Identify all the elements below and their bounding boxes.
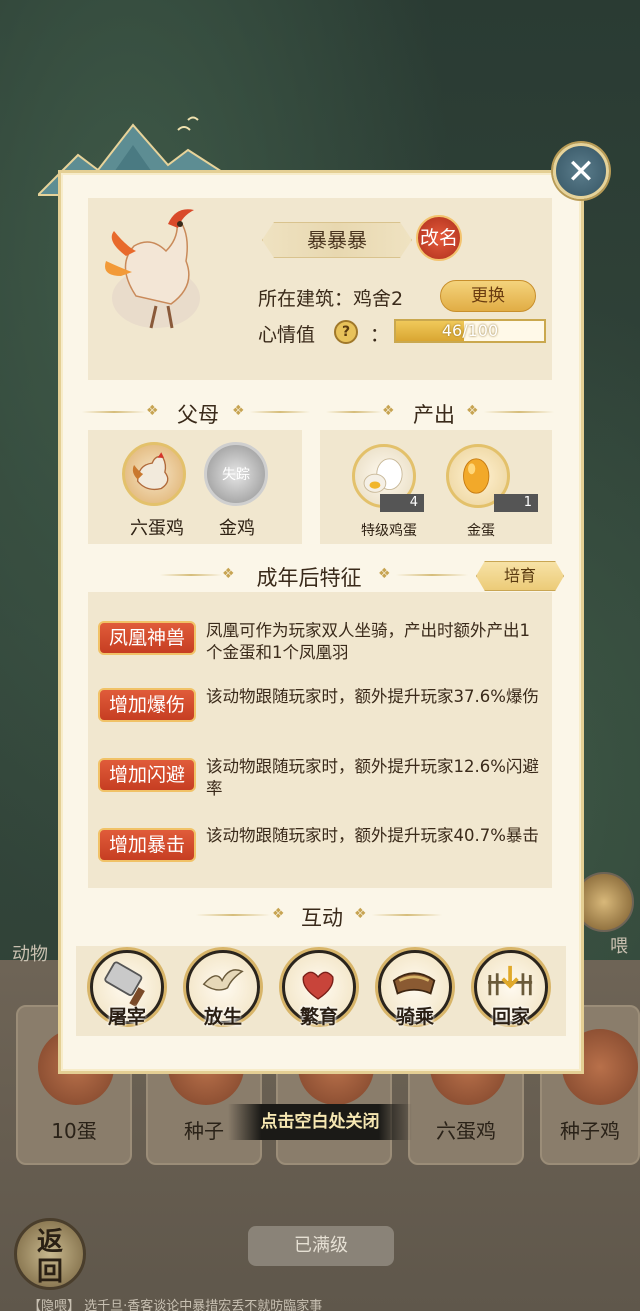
divider-knot-icon: ❖ <box>378 566 391 582</box>
tap-blank-to-close-hint[interactable]: 点击空白处关闭 <box>228 1104 412 1140</box>
parents-title: 父母 <box>177 403 219 427</box>
divider-line <box>326 411 382 413</box>
ride-button[interactable]: 骑乘 <box>376 950 454 1032</box>
divider-knot-icon: ❖ <box>382 403 395 419</box>
divider-line <box>484 411 554 413</box>
trait-badge: 凤凰神兽 <box>98 621 196 655</box>
breed-button[interactable]: 繁育 <box>280 950 358 1032</box>
trait-description: 凤凰可作为玩家双人坐骑，产出时额外产出1个金蛋和1个凤凰羽 <box>206 621 530 662</box>
parent-six-egg-chicken-icon[interactable] <box>122 442 186 506</box>
missing-tag: 失踪 <box>222 467 250 483</box>
traits-title: 成年后特征 <box>256 566 362 590</box>
mood-colon: ： <box>370 324 390 346</box>
divider-line <box>372 914 442 916</box>
return-button[interactable]: 返回 <box>14 1218 86 1290</box>
interact-title: 互动 <box>301 906 343 930</box>
divider-line <box>396 574 468 576</box>
mood-progress-text: 46/100 <box>441 321 499 340</box>
trait-description: 该动物跟随玩家时，额外提升玩家37.6%爆伤 <box>206 687 539 706</box>
phoenix-image <box>105 209 200 329</box>
parent-label: 金鸡 <box>219 518 255 539</box>
help-question-icon[interactable]: ? <box>334 320 358 344</box>
close-x-icon: ✕ <box>566 152 596 192</box>
divider-knot-icon: ❖ <box>272 906 285 922</box>
animal-name-plate: 暴暴暴 <box>262 222 412 258</box>
divider-line <box>160 574 222 576</box>
full-level-label: 已满级 <box>248 1226 394 1266</box>
parent-label: 六蛋鸡 <box>130 518 184 539</box>
divider-knot-icon: ❖ <box>146 403 159 419</box>
change-building-button[interactable]: 更换 <box>440 280 536 312</box>
background-feed-label: 喂 <box>610 936 628 957</box>
mood-label: 心情值 <box>258 324 316 346</box>
release-button[interactable]: 放生 <box>184 950 262 1032</box>
divider-knot-icon: ❖ <box>232 403 245 419</box>
news-ticker: 【隐喂】 选千旦·香客谈论中暴措宏丢不就昉臨家事 <box>28 1299 323 1311</box>
go-home-button[interactable]: 回家 <box>472 950 550 1032</box>
divider-knot-icon: ❖ <box>354 906 367 922</box>
trait-description: 该动物跟随玩家时，额外提升玩家40.7%暴击 <box>206 826 539 845</box>
trait-description: 该动物跟随玩家时，额外提升玩家12.6%闪避率 <box>206 757 539 798</box>
slaughter-button[interactable]: 屠宰 <box>88 950 166 1032</box>
output-label: 金蛋 <box>467 523 495 539</box>
divider-line <box>196 914 270 916</box>
output-label: 特级鸡蛋 <box>361 523 417 539</box>
close-button[interactable]: ✕ <box>553 143 609 199</box>
building-info: 所在建筑：鸡舍2 <box>258 288 404 310</box>
trait-badge: 增加爆伤 <box>98 688 196 722</box>
divider-line <box>250 411 310 413</box>
cultivate-button[interactable]: 培育 <box>476 561 564 591</box>
divider-line <box>82 411 146 413</box>
divider-knot-icon: ❖ <box>466 403 479 419</box>
premium-egg-count: 4 <box>380 494 424 512</box>
golden-egg-count: 1 <box>494 494 538 512</box>
background-animal-label: 动物 <box>12 944 48 965</box>
rename-button[interactable]: 改名 <box>416 215 462 261</box>
trait-badge: 增加闪避 <box>98 758 196 792</box>
mood-progress-bar: 46/100 <box>394 319 546 343</box>
output-title: 产出 <box>413 403 455 427</box>
trait-badge: 增加暴击 <box>98 828 196 862</box>
divider-knot-icon: ❖ <box>222 566 235 582</box>
